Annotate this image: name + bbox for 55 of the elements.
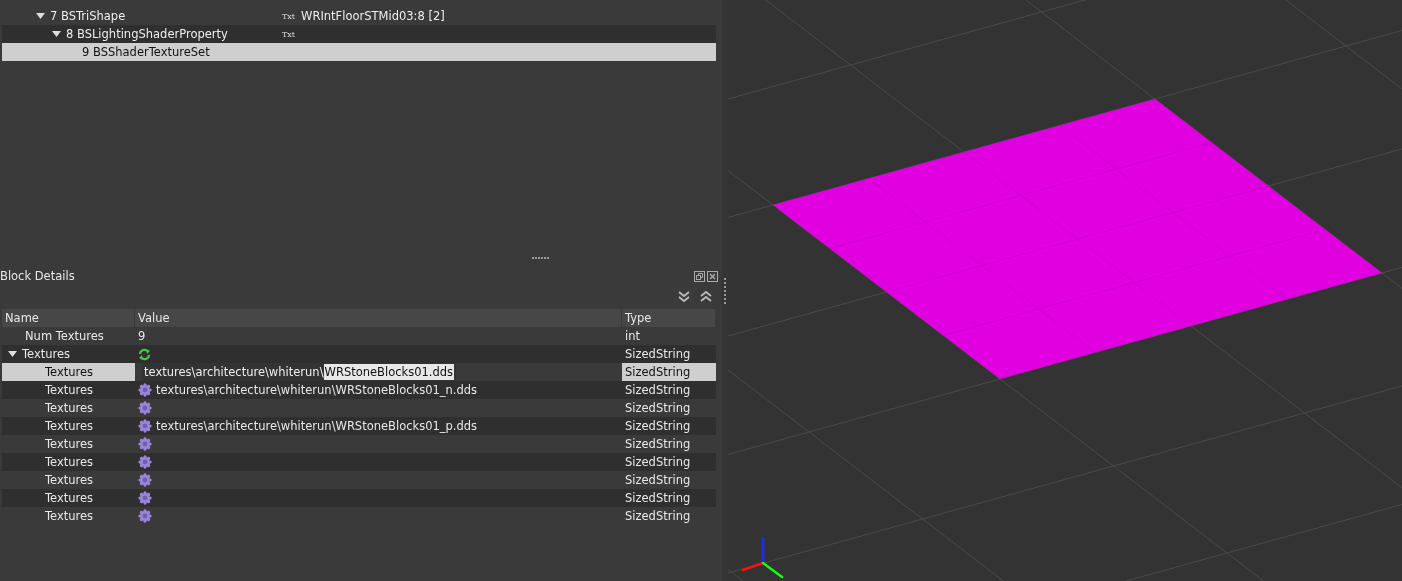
splitter-handle[interactable] — [532, 257, 550, 259]
tree-item-label: 7 BSTriShape — [50, 9, 127, 23]
flower-icon — [138, 419, 152, 433]
property-type: SizedString — [625, 347, 691, 361]
property-name: Textures — [45, 401, 94, 415]
property-name: Textures — [45, 455, 94, 469]
expanded-arrow-icon[interactable] — [8, 351, 17, 357]
flower-icon — [138, 491, 152, 505]
property-name: Textures — [45, 509, 94, 523]
tree-item-value: WRIntFloorSTMid03:8 [2] — [301, 9, 445, 23]
property-type: int — [625, 329, 640, 343]
flower-icon — [138, 401, 152, 415]
flower-icon — [138, 455, 152, 469]
flower-icon — [138, 383, 152, 397]
property-name: Textures — [45, 419, 94, 433]
property-type: SizedString — [625, 455, 691, 469]
property-type: SizedString — [625, 491, 691, 505]
expand-all-icon[interactable] — [678, 289, 690, 303]
property-value: 9 — [138, 329, 146, 343]
property-name: Textures — [45, 437, 94, 451]
panel-title: Block Details — [0, 269, 75, 283]
expanded-arrow-icon[interactable] — [36, 13, 45, 19]
flower-icon — [138, 437, 152, 451]
property-type: SizedString — [625, 383, 691, 397]
tree-item-label: 8 BSLightingShaderProperty — [66, 27, 229, 41]
tree-item-label: 9 BSShaderTextureSet — [82, 45, 211, 59]
property-name: Textures — [22, 347, 71, 361]
close-icon[interactable] — [707, 270, 718, 282]
property-name: Textures — [45, 383, 94, 397]
refresh-icon — [138, 347, 151, 361]
collapse-all-icon[interactable] — [700, 289, 712, 303]
property-type: SizedString — [625, 473, 691, 487]
property-name: Textures — [45, 473, 94, 487]
input-field[interactable]: textures\architecture\whiterun\WRStoneBlocks01.dds — [142, 363, 457, 381]
text-type-icon: Txt — [282, 29, 296, 39]
property-type: SizedString — [625, 419, 691, 433]
floor-mesh[interactable] — [773, 99, 1382, 379]
property-type: SizedString — [625, 365, 691, 379]
property-name: Textures — [45, 365, 94, 379]
flower-icon — [138, 473, 152, 487]
property-name: Num Textures — [25, 329, 104, 343]
splitter-handle[interactable] — [724, 277, 726, 304]
property-value: textures\architecture\whiterun\WRStoneBlocks01_p.dds — [156, 419, 478, 433]
float-icon[interactable] — [694, 270, 705, 282]
property-type: SizedString — [625, 509, 691, 523]
tree-item[interactable]: 9 BSShaderTextureSet — [2, 43, 716, 61]
text-type-icon: Txt — [282, 11, 296, 21]
property-value: textures\architecture\whiterun\WRStoneBlocks01_n.dds — [156, 383, 478, 397]
property-type: SizedString — [625, 401, 691, 415]
expanded-arrow-icon[interactable] — [52, 31, 61, 37]
axis-gizmo-drawing — [741, 536, 784, 579]
flower-icon — [138, 509, 152, 523]
property-type: SizedString — [625, 437, 691, 451]
tree-item[interactable]: 8 BSLightingShaderProperty Txt — [2, 25, 716, 43]
property-name: Textures — [45, 491, 94, 505]
